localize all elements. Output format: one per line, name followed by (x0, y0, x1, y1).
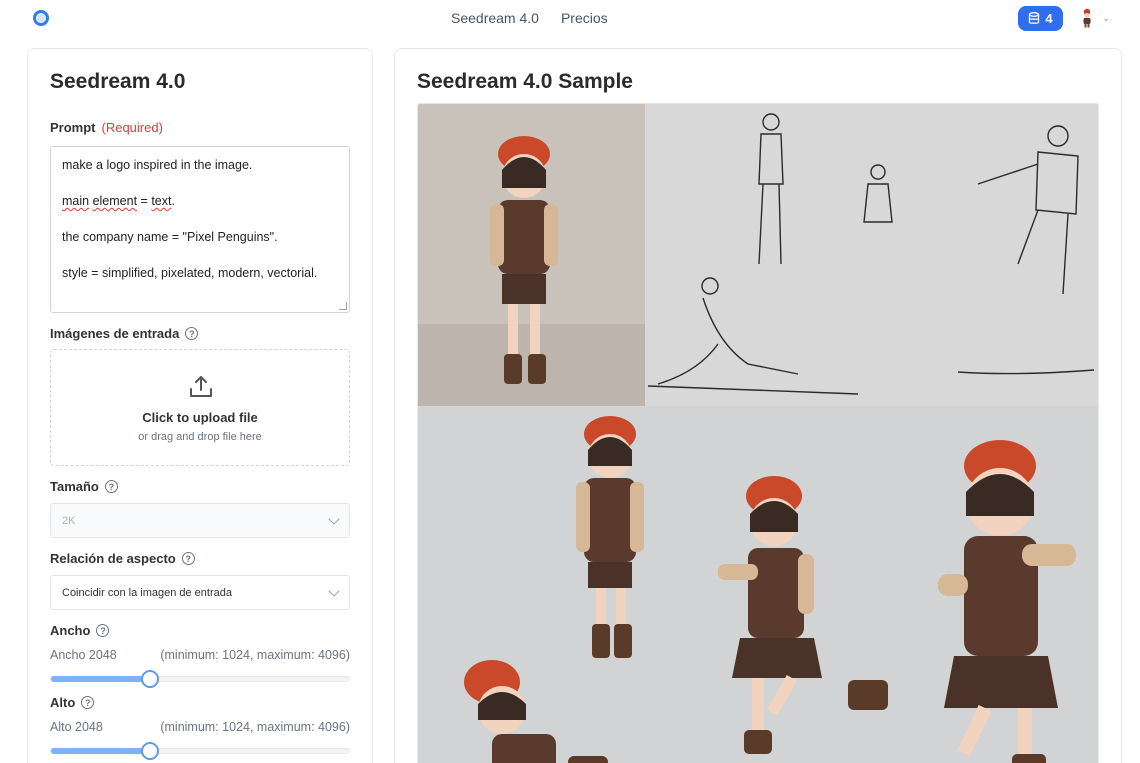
height-label: Alto ? (50, 695, 95, 710)
chevron-down-icon (328, 512, 340, 525)
height-value: Alto 2048 (50, 720, 103, 734)
aspect-label: Relación de aspecto ? (50, 551, 195, 566)
sample-illustration (418, 104, 1098, 763)
prompt-line: make a logo inspired in the image. (62, 158, 253, 172)
help-icon[interactable]: ? (104, 480, 118, 493)
top-bar: Seedream 4.0 Precios 4 ⌄ (0, 0, 1140, 38)
prompt-line: the company name = "Pixel Penguins". (62, 230, 278, 244)
height-slider-fill (51, 748, 151, 754)
upload-title: Click to upload file (142, 410, 258, 425)
help-icon[interactable]: ? (185, 327, 199, 340)
settings-panel: Seedream 4.0 Prompt (Required) make a lo… (27, 48, 373, 763)
panel-title: Seedream 4.0 (50, 70, 186, 93)
width-label-text: Ancho (50, 623, 91, 638)
upload-icon (190, 376, 212, 397)
width-slider[interactable] (50, 670, 350, 688)
height-label-text: Alto (50, 695, 76, 710)
upload-dropzone[interactable]: Click to upload file or drag and drop fi… (50, 349, 350, 466)
prompt-line: style = simplified, pixelated, modern, v… (62, 266, 318, 280)
width-readout: Ancho 2048 (minimum: 1024, maximum: 4096… (50, 648, 350, 662)
nav-pricing[interactable]: Precios (561, 10, 608, 26)
resize-handle[interactable] (339, 302, 347, 310)
prompt-line-spellcheck: main element = text. (62, 194, 175, 208)
prompt-label-text: Prompt (50, 120, 96, 135)
aspect-label-text: Relación de aspecto (50, 551, 176, 566)
app-logo[interactable] (33, 10, 49, 26)
size-value: 2K (62, 514, 76, 527)
width-range: (minimum: 1024, maximum: 4096) (160, 648, 350, 662)
images-label: Imágenes de entrada ? (50, 326, 199, 341)
database-icon (1029, 12, 1040, 24)
required-tag: (Required) (101, 120, 163, 135)
nav-seedream[interactable]: Seedream 4.0 (451, 10, 539, 26)
main-nav: Seedream 4.0 Precios (451, 10, 608, 26)
help-icon[interactable]: ? (96, 624, 110, 637)
size-label-text: Tamaño (50, 479, 99, 494)
size-label: Tamaño ? (50, 479, 118, 494)
aspect-ratio-select[interactable]: Coincidir con la imagen de entrada (50, 575, 350, 610)
help-icon[interactable]: ? (81, 696, 95, 709)
credits-count: 4 (1045, 11, 1053, 26)
help-icon[interactable]: ? (181, 552, 195, 565)
width-slider-thumb[interactable] (141, 670, 160, 688)
width-value: Ancho 2048 (50, 648, 117, 662)
height-slider[interactable] (50, 742, 350, 760)
sample-title: Seedream 4.0 Sample (417, 70, 633, 93)
sample-panel: Seedream 4.0 Sample (394, 48, 1122, 763)
prompt-label: Prompt (Required) (50, 120, 163, 135)
upload-subtitle: or drag and drop file here (138, 431, 262, 443)
height-range: (minimum: 1024, maximum: 4096) (160, 720, 350, 734)
chevron-down-icon: ⌄ (1102, 12, 1111, 24)
avatar (1083, 8, 1091, 28)
width-label: Ancho ? (50, 623, 110, 638)
images-label-text: Imágenes de entrada (50, 326, 180, 341)
prompt-textarea[interactable]: make a logo inspired in the image. main … (50, 146, 350, 313)
size-select[interactable]: 2K (50, 503, 350, 538)
sample-image (417, 103, 1099, 763)
chevron-down-icon (328, 584, 340, 597)
width-slider-fill (51, 676, 151, 682)
user-menu[interactable]: ⌄ (1078, 8, 1110, 28)
credits-badge[interactable]: 4 (1018, 6, 1063, 31)
height-slider-thumb[interactable] (141, 742, 160, 760)
height-readout: Alto 2048 (minimum: 1024, maximum: 4096) (50, 720, 350, 734)
aspect-value: Coincidir con la imagen de entrada (62, 586, 232, 599)
